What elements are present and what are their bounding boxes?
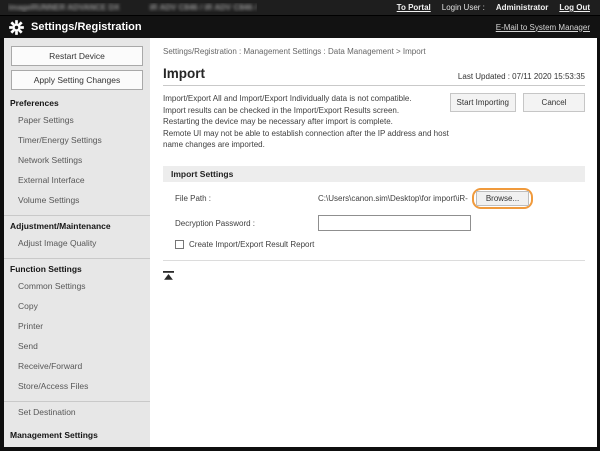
- import-notes: Import/Export All and Import/Export Indi…: [163, 93, 449, 151]
- sidebar-group-management-settings: Management Settings User Management Devi…: [4, 425, 150, 447]
- back-to-top-icon[interactable]: [163, 267, 175, 285]
- log-out-link[interactable]: Log Out: [559, 3, 590, 12]
- import-note-line: name changes are imported.: [163, 139, 449, 151]
- bottom-divider: [163, 260, 585, 261]
- apply-setting-changes-button[interactable]: Apply Setting Changes: [11, 70, 143, 90]
- import-note-line: Remote UI may not be able to establish c…: [163, 128, 449, 140]
- start-importing-button[interactable]: Start Importing: [450, 93, 516, 112]
- cancel-button[interactable]: Cancel: [523, 93, 585, 112]
- sidebar-item-copy[interactable]: Copy: [4, 296, 150, 316]
- app-title: Settings/Registration: [31, 21, 142, 33]
- login-user-value: Administrator: [496, 3, 548, 12]
- sidebar-item-send[interactable]: Send: [4, 336, 150, 356]
- file-path-row: File Path : C:\Users\canon.sim\Desktop\f…: [175, 188, 585, 209]
- last-updated: Last Updated : 07/11 2020 15:53:35: [458, 72, 585, 81]
- settings-sidebar: Restart Device Apply Setting Changes Pre…: [4, 38, 150, 447]
- title-row: Import Last Updated : 07/11 2020 15:53:3…: [163, 66, 585, 86]
- sidebar-header-preferences: Preferences: [4, 93, 150, 110]
- sidebar-item-user-management[interactable]: User Management: [4, 442, 150, 447]
- sidebar-item-receive-forward[interactable]: Receive/Forward: [4, 356, 150, 376]
- decryption-password-label: Decryption Password :: [175, 219, 318, 228]
- to-portal-link[interactable]: To Portal: [397, 3, 431, 12]
- sidebar-item-set-destination[interactable]: Set Destination: [4, 402, 150, 422]
- file-path-label: File Path :: [175, 194, 318, 203]
- device-identity: imageRUNNER ADVANCE DX iR ADV C846 / iR …: [8, 3, 257, 12]
- browse-highlight-ring: Browse...: [472, 188, 533, 209]
- gear-icon: [9, 20, 24, 35]
- import-note-line: Restarting the device may be necessary a…: [163, 116, 449, 128]
- sidebar-header-function-settings: Function Settings: [4, 259, 150, 276]
- decryption-password-row: Decryption Password :: [175, 215, 585, 232]
- breadcrumb: Settings/Registration : Management Setti…: [163, 47, 585, 56]
- file-path-value: C:\Users\canon.sim\Desktop\for import\iR…: [318, 194, 468, 203]
- decryption-password-input[interactable]: [318, 215, 471, 231]
- sidebar-item-adjust-image-quality[interactable]: Adjust Image Quality: [4, 233, 150, 253]
- sidebar-item-timer-energy-settings[interactable]: Timer/Energy Settings: [4, 130, 150, 150]
- sidebar-item-network-settings[interactable]: Network Settings: [4, 150, 150, 170]
- sidebar-group-set-destination: Set Destination: [4, 401, 150, 422]
- topbar: imageRUNNER ADVANCE DX iR ADV C846 / iR …: [0, 0, 600, 15]
- import-note-line: Import/Export All and Import/Export Indi…: [163, 93, 449, 105]
- restart-device-button[interactable]: Restart Device: [11, 46, 143, 66]
- sidebar-item-volume-settings[interactable]: Volume Settings: [4, 190, 150, 210]
- sidebar-item-printer[interactable]: Printer: [4, 316, 150, 336]
- page-title: Import: [163, 66, 205, 81]
- sidebar-header-management-settings: Management Settings: [4, 425, 150, 442]
- create-report-checkbox[interactable]: [175, 240, 184, 249]
- device-model-redacted: imageRUNNER ADVANCE DX: [8, 3, 120, 12]
- import-page: Settings/Registration : Management Setti…: [150, 38, 597, 447]
- sidebar-item-external-interface[interactable]: External Interface: [4, 170, 150, 190]
- create-report-label: Create Import/Export Result Report: [189, 240, 314, 249]
- sidebar-item-paper-settings[interactable]: Paper Settings: [4, 110, 150, 130]
- sidebar-group-function-settings: Function Settings Common Settings Copy P…: [4, 258, 150, 396]
- session-controls: To Portal Login User : Administrator Log…: [397, 3, 590, 12]
- import-note-line: Import results can be checked in the Imp…: [163, 105, 449, 117]
- import-settings-header: Import Settings: [163, 166, 585, 182]
- login-user-label: Login User :: [442, 3, 485, 12]
- sidebar-item-common-settings[interactable]: Common Settings: [4, 276, 150, 296]
- appbar: Settings/Registration E-Mail to System M…: [0, 15, 600, 38]
- sidebar-group-preferences: Preferences Paper Settings Timer/Energy …: [4, 93, 150, 210]
- create-report-row: Create Import/Export Result Report: [175, 240, 585, 249]
- sidebar-group-adjustment-maintenance: Adjustment/Maintenance Adjust Image Qual…: [4, 215, 150, 253]
- remote-ui-window: imageRUNNER ADVANCE DX iR ADV C846 / iR …: [0, 0, 600, 451]
- browse-button[interactable]: Browse...: [476, 191, 529, 206]
- sidebar-header-adjustment-maintenance: Adjustment/Maintenance: [4, 216, 150, 233]
- email-to-system-manager-link[interactable]: E-Mail to System Manager: [496, 23, 590, 32]
- sidebar-item-store-access-files[interactable]: Store/Access Files: [4, 376, 150, 396]
- device-name-redacted: iR ADV C846 / iR ADV C846 /: [150, 3, 257, 12]
- action-buttons: Start Importing Cancel: [450, 93, 585, 151]
